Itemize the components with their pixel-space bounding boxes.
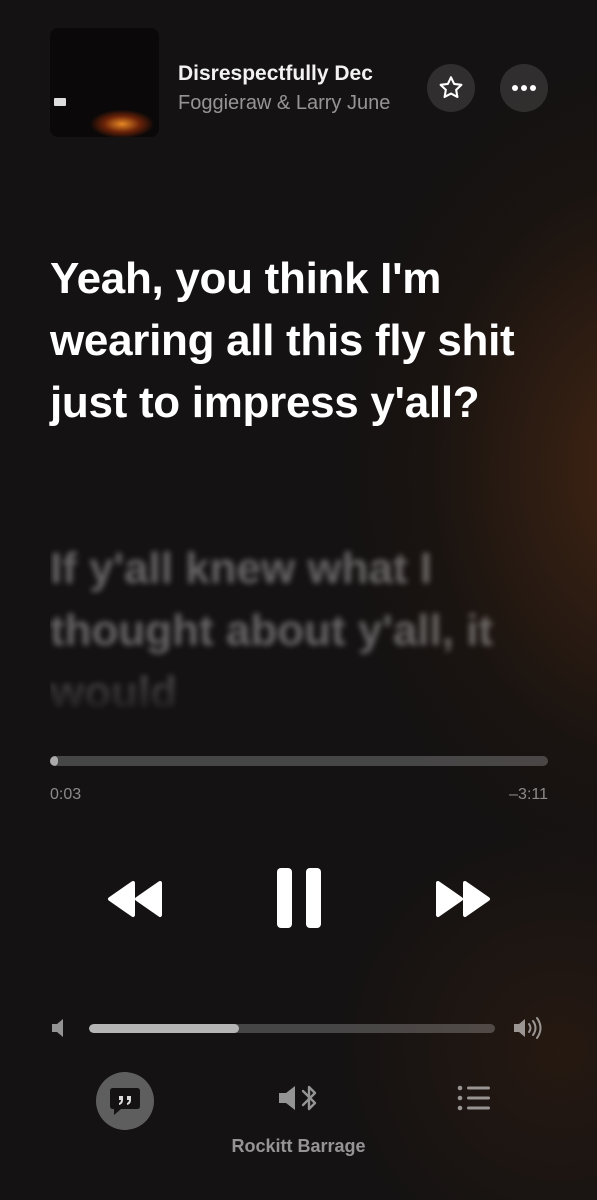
speaker-low-icon [50,1017,68,1044]
audio-output-button[interactable] [276,1080,322,1116]
ellipsis-icon [512,85,536,91]
fast-forward-button[interactable] [426,870,500,928]
bluetooth-speaker-icon [279,1085,317,1111]
track-title[interactable]: Disrespectfully Dec [178,62,424,86]
pause-button[interactable] [268,862,330,934]
fast-forward-icon [436,881,490,917]
elapsed-time: 0:03 [50,786,82,803]
album-artwork[interactable] [50,28,159,137]
current-lyric-line[interactable]: Yeah, you think I'm wearing all this fly… [50,248,570,434]
playback-progress-fill [50,756,58,766]
output-device-name[interactable]: Rockitt Barrage [0,1136,597,1157]
star-icon [439,76,463,99]
remaining-time: –3:11 [509,786,548,803]
lyrics-quote-icon [110,1088,140,1115]
rewind-button[interactable] [98,870,172,928]
queue-list-icon [457,1085,490,1111]
volume-fill [89,1024,240,1033]
parental-advisory-icon [54,98,66,106]
rewind-icon [108,881,162,917]
queue-button[interactable] [455,1082,493,1114]
more-button[interactable] [500,64,548,112]
track-artist[interactable]: Foggieraw & Larry June [178,92,424,115]
playback-scrubber[interactable] [50,756,548,766]
pause-icon [277,868,321,928]
favorite-button[interactable] [427,64,475,112]
lyrics-button[interactable] [96,1072,154,1130]
volume-slider[interactable] [89,1024,495,1033]
next-lyric-line[interactable]: If y'all knew what I thought about y'all… [50,538,570,723]
speaker-high-icon [512,1016,546,1045]
